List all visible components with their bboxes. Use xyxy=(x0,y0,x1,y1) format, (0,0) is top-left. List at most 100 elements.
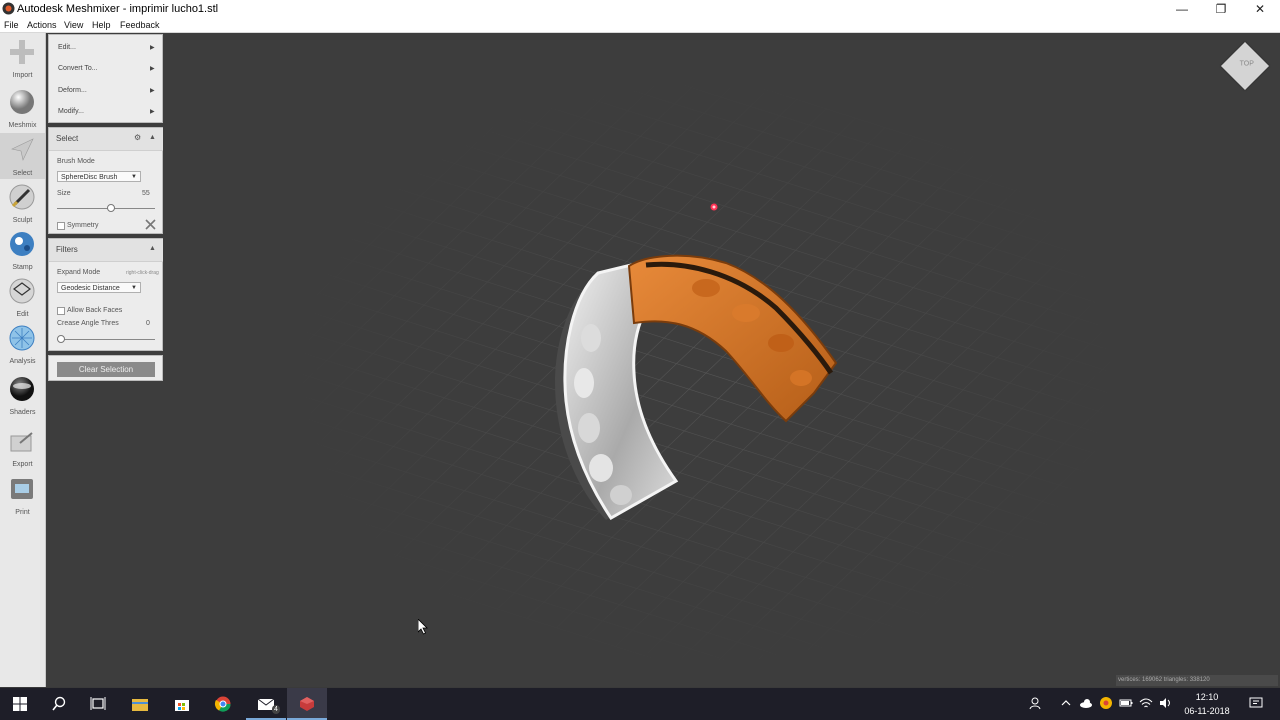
tool-edit[interactable]: Edit xyxy=(0,274,45,320)
minimize-button[interactable]: — xyxy=(1162,0,1202,18)
menu-view[interactable]: View xyxy=(64,19,83,31)
grid-line xyxy=(89,436,880,687)
mesh-stats: vertices: 169062 triangles: 338120 xyxy=(1116,675,1278,686)
submenu-modify-arrow-icon: ▶ xyxy=(150,109,155,115)
select-panel: Select ⚙ ▲ Brush Mode SphereDisc Brush ▼ … xyxy=(48,127,163,234)
chrome-icon xyxy=(214,696,231,712)
size-slider[interactable] xyxy=(57,204,155,212)
tool-import[interactable]: Import xyxy=(0,35,45,81)
filters-panel-header[interactable]: Filters ▲ xyxy=(49,239,163,262)
clear-selection-panel: Clear Selection xyxy=(48,355,163,381)
grid-line xyxy=(123,403,949,667)
onedrive-icon[interactable] xyxy=(1079,696,1093,710)
shader-ball-icon xyxy=(10,377,34,401)
windows-logo-icon xyxy=(13,697,27,711)
tray-chevron-up-icon[interactable] xyxy=(1059,696,1073,710)
tool-meshmix[interactable]: Meshmix xyxy=(0,85,45,131)
grid-line xyxy=(585,183,1062,638)
expand-mode-dropdown[interactable]: Geodesic Distance ▼ xyxy=(57,282,141,293)
tool-select[interactable]: Select xyxy=(0,133,45,179)
grid-line xyxy=(925,349,1280,687)
view-cube-label: TOP xyxy=(1239,60,1254,68)
clock-time[interactable]: 12:10 xyxy=(1180,691,1234,703)
close-button[interactable]: ✕ xyxy=(1240,0,1280,18)
chrome-tray-icon[interactable] xyxy=(1099,696,1113,710)
taskbar-search[interactable] xyxy=(39,688,79,720)
expand-mode-label: Expand Mode xyxy=(57,269,101,276)
select-panel-header[interactable]: Select ⚙ ▲ xyxy=(49,128,163,151)
taskbar-store[interactable] xyxy=(162,688,202,720)
crease-angle-slider-knob[interactable] xyxy=(57,335,65,343)
collapse-icon[interactable]: ▲ xyxy=(149,134,156,141)
mail-badge: 4 xyxy=(272,705,280,714)
tool-analysis[interactable]: Analysis xyxy=(0,321,45,367)
submenu-edit[interactable]: Edit... xyxy=(58,43,76,53)
sphere-icon xyxy=(10,90,34,114)
filters-panel: Filters ▲ Expand Mode right-click-drag G… xyxy=(48,238,163,351)
submenu-modify[interactable]: Modify... xyxy=(58,107,84,117)
3d-viewport[interactable]: TOP xyxy=(46,33,1280,687)
gear-icon[interactable]: ⚙ xyxy=(134,133,141,142)
task-view[interactable] xyxy=(78,688,118,720)
task-view-icon xyxy=(90,697,106,710)
grid-line xyxy=(140,387,966,650)
taskbar-meshmixer[interactable] xyxy=(287,688,327,720)
taskbar-file-explorer[interactable] xyxy=(120,688,160,720)
size-value: 55 xyxy=(142,190,150,197)
scene-canvas xyxy=(55,33,1280,687)
grid-line xyxy=(886,311,1280,687)
menu-help[interactable]: Help xyxy=(92,19,111,31)
brush-icon xyxy=(9,184,35,210)
submenu-convert-to[interactable]: Convert To... xyxy=(58,64,98,74)
clear-selection-button[interactable]: Clear Selection xyxy=(57,362,155,377)
grid-line xyxy=(847,274,1280,687)
menu-actions[interactable]: Actions xyxy=(27,19,57,31)
symmetry-checkbox[interactable] xyxy=(57,222,65,230)
crease-angle-slider[interactable] xyxy=(57,335,155,343)
select-arrow-icon xyxy=(11,138,34,161)
clock-date[interactable]: 06-11-2018 xyxy=(1180,705,1234,717)
symmetry-tool-icon[interactable] xyxy=(145,219,156,230)
chevron-down-icon: ▼ xyxy=(131,285,137,291)
size-slider-knob[interactable] xyxy=(106,204,115,212)
grid-line xyxy=(242,290,1068,553)
allow-back-faces-checkbox[interactable] xyxy=(57,307,65,315)
taskbar-mail[interactable]: 4 xyxy=(246,688,286,720)
allow-back-faces-label: Allow Back Faces xyxy=(67,307,123,314)
volume-icon[interactable] xyxy=(1158,696,1172,710)
grid-line xyxy=(106,419,932,683)
select-panel-title: Select xyxy=(56,134,79,143)
grid-line xyxy=(586,33,1280,254)
menu-file[interactable]: File xyxy=(4,19,19,31)
tool-export[interactable]: Export xyxy=(0,424,45,470)
battery-icon[interactable] xyxy=(1119,696,1133,710)
tool-shaders[interactable]: Shaders xyxy=(0,372,45,418)
start-button[interactable] xyxy=(0,688,40,720)
export-icon xyxy=(10,432,33,452)
chevron-down-icon: ▼ xyxy=(131,174,137,180)
submenu-deform[interactable]: Deform... xyxy=(58,86,87,96)
maximize-button[interactable]: ❐ xyxy=(1201,0,1241,18)
wifi-icon[interactable] xyxy=(1139,696,1153,710)
window-title: Autodesk Meshmixer - imprimir lucho1.stl xyxy=(17,3,219,15)
tool-sculpt[interactable]: Sculpt xyxy=(0,180,45,226)
grid-line xyxy=(703,220,1180,675)
crease-angle-value: 0 xyxy=(146,320,150,327)
submenu-deform-arrow-icon: ▶ xyxy=(150,88,155,94)
title-bar: Autodesk Meshmixer - imprimir lucho1.stl… xyxy=(0,0,1280,18)
taskbar: 4 12:10 06-11-2018 xyxy=(0,688,1280,720)
tool-stamp[interactable]: Stamp xyxy=(0,227,45,273)
store-icon xyxy=(175,700,189,711)
mouse-cursor-icon xyxy=(418,619,428,635)
tool-print[interactable]: Print xyxy=(0,472,45,518)
people-icon[interactable] xyxy=(1029,696,1043,710)
floor-grid xyxy=(55,33,1280,687)
menu-feedback[interactable]: Feedback xyxy=(120,19,160,31)
plus-icon xyxy=(10,40,34,64)
edit-icon xyxy=(9,278,35,304)
taskbar-chrome[interactable] xyxy=(203,688,243,720)
brush-mode-dropdown[interactable]: SphereDisc Brush ▼ xyxy=(57,171,141,182)
notifications-icon[interactable] xyxy=(1249,696,1263,710)
analysis-icon xyxy=(9,325,35,351)
collapse-icon[interactable]: ▲ xyxy=(149,245,156,252)
